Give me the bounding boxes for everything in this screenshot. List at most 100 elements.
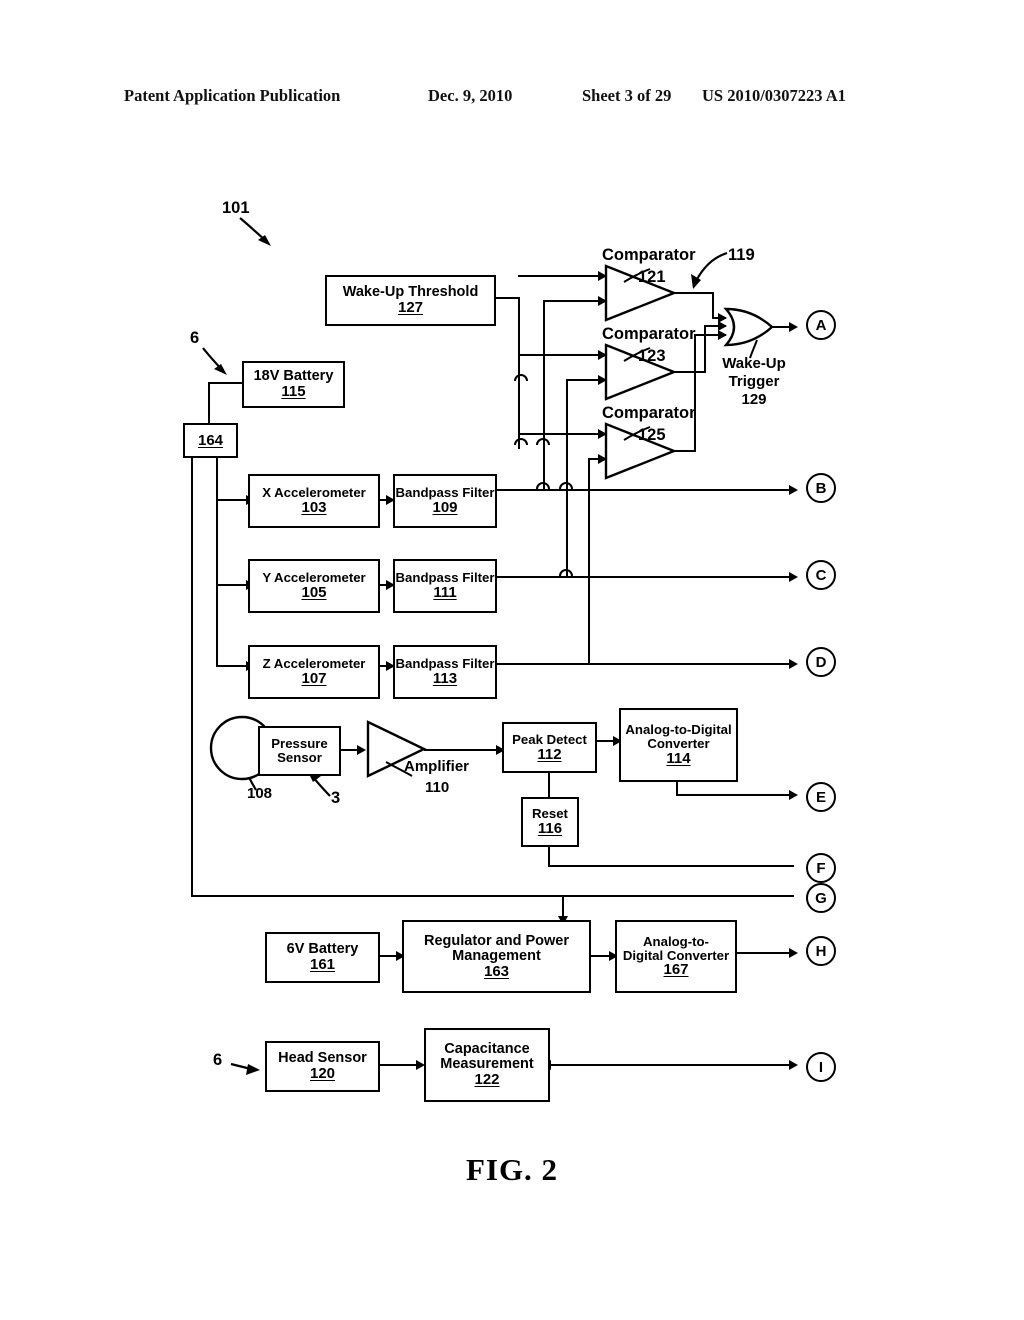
block-regulator-power-management[interactable]: Regulator and Power Management 163 (402, 920, 591, 993)
block-z-accelerometer[interactable]: Z Accelerometer 107 (248, 645, 380, 699)
wire-c1-down (712, 292, 714, 319)
block-label-line1: Capacitance (444, 1041, 530, 1058)
block-6v-battery[interactable]: 6V Battery 161 (265, 932, 380, 983)
terminal-E[interactable]: E (806, 782, 836, 812)
diagram-vector-layer (202, 217, 774, 1075)
label-comparator-123: Comparator (602, 325, 696, 343)
block-number: 113 (432, 670, 458, 688)
wire-thr-to-c3 (518, 433, 600, 435)
block-label: Bandpass Filter (395, 485, 495, 501)
block-number: 114 (666, 749, 691, 767)
block-label: Z Accelerometer (262, 656, 366, 672)
wire-bpf113-to-D (493, 663, 793, 665)
wire-threshold-bus (518, 297, 520, 449)
block-label-line2: Converter (647, 736, 710, 752)
block-number: 115 (281, 383, 306, 401)
label-comparator-121: Comparator (602, 246, 696, 264)
figure-caption: FIG. 2 (465, 1152, 559, 1187)
block-bandpass-filter-113[interactable]: Bandpass Filter 113 (393, 645, 497, 699)
ref-110: 110 (425, 779, 450, 796)
arrow-bpf109-c1 (598, 296, 607, 306)
wire-164-to-y (216, 584, 248, 586)
block-label: 18V Battery (253, 368, 334, 385)
block-number: 164 (197, 431, 224, 449)
arrow-ps-amp (357, 745, 366, 755)
block-node-164[interactable]: 164 (183, 423, 238, 458)
wire-164-feed (216, 453, 218, 665)
block-x-accelerometer[interactable]: X Accelerometer 103 (248, 474, 380, 528)
wire-adc167-to-H (733, 952, 794, 954)
block-number: 127 (397, 299, 424, 317)
terminal-F[interactable]: F (806, 853, 836, 883)
block-wake-up-threshold[interactable]: Wake-Up Threshold 127 (325, 275, 496, 326)
wire-164-to-x (216, 499, 248, 501)
ref-129: 129 (741, 391, 767, 408)
block-bandpass-filter-109[interactable]: Bandpass Filter 109 (393, 474, 497, 528)
block-peak-detect[interactable]: Peak Detect 112 (502, 722, 597, 773)
arrow-B (789, 485, 798, 495)
arrow-C (789, 572, 798, 582)
terminal-G[interactable]: G (806, 883, 836, 913)
wire-bpf109-to-c1 (543, 300, 600, 302)
block-reset[interactable]: Reset 116 (521, 797, 579, 847)
label-wake-up-trigger-line2: Trigger (728, 373, 780, 390)
wire-batt18-left (208, 382, 243, 384)
wire-bpf109-tap (543, 300, 545, 489)
block-label-line2: Management (452, 947, 541, 964)
block-number: 109 (432, 499, 458, 517)
wire-F-line (548, 865, 794, 867)
terminal-A[interactable]: A (806, 310, 836, 340)
block-18v-battery[interactable]: 18V Battery 115 (242, 361, 345, 408)
block-number: 161 (309, 956, 336, 974)
block-label-line1: Regulator and Power (423, 932, 570, 949)
wire-amp-to-peak (424, 749, 502, 751)
block-label-line1: Analog-to-Digital (625, 722, 732, 738)
block-number: 112 (537, 745, 562, 763)
block-adc-114[interactable]: Analog-to-Digital Converter 114 (619, 708, 738, 782)
wire-adc114-to-E (676, 794, 794, 796)
terminal-D[interactable]: D (806, 647, 836, 677)
arrow-thr-c2 (598, 350, 607, 360)
block-number: 116 (537, 820, 563, 838)
block-label: Wake-Up Threshold (342, 284, 479, 301)
wire-c2-out (672, 371, 706, 373)
arrow-c3-or (718, 330, 727, 340)
wire-g-return-vert (191, 455, 193, 895)
wire-batt18-down (208, 382, 210, 423)
block-label-line1: Pressure (271, 736, 328, 752)
block-label: Peak Detect (512, 731, 587, 747)
arrow-H (789, 948, 798, 958)
block-label: Reset (532, 806, 568, 822)
block-label: Head Sensor (278, 1050, 367, 1067)
block-number: 107 (301, 670, 327, 688)
block-label-line2: Measurement (440, 1056, 534, 1073)
label-comparator-125: Comparator (602, 404, 696, 422)
arrow-E (789, 790, 798, 800)
block-y-accelerometer[interactable]: Y Accelerometer 105 (248, 559, 380, 613)
block-adc-167[interactable]: Analog-to- Digital Converter 167 (615, 920, 737, 993)
terminal-H[interactable]: H (806, 936, 836, 966)
wire-thr-to-c1 (518, 275, 600, 277)
terminal-C[interactable]: C (806, 560, 836, 590)
wire-threshold-out (492, 297, 520, 299)
terminal-I[interactable]: I (806, 1052, 836, 1082)
block-number: 122 (474, 1071, 500, 1089)
block-label: X Accelerometer (262, 485, 366, 501)
wire-cap-to-I (546, 1064, 794, 1066)
ref-125: 125 (638, 426, 666, 444)
ref-6-bottom: 6 (213, 1051, 223, 1069)
block-label-line2: Digital Converter (622, 947, 730, 963)
wire-bpf111-to-C (493, 576, 793, 578)
block-head-sensor[interactable]: Head Sensor 120 (265, 1041, 380, 1092)
ref-108: 108 (247, 785, 273, 802)
arrow-bpf111-c2 (598, 375, 607, 385)
terminal-B[interactable]: B (806, 473, 836, 503)
block-number: 167 (663, 961, 689, 979)
wire-c3-up (694, 334, 696, 450)
block-number: 105 (301, 584, 327, 602)
ref-121: 121 (638, 268, 666, 286)
block-number: 120 (309, 1065, 336, 1083)
block-bandpass-filter-111[interactable]: Bandpass Filter 111 (393, 559, 497, 613)
block-capacitance-measurement[interactable]: Capacitance Measurement 122 (424, 1028, 550, 1102)
block-pressure-sensor[interactable]: Pressure Sensor (258, 726, 341, 776)
